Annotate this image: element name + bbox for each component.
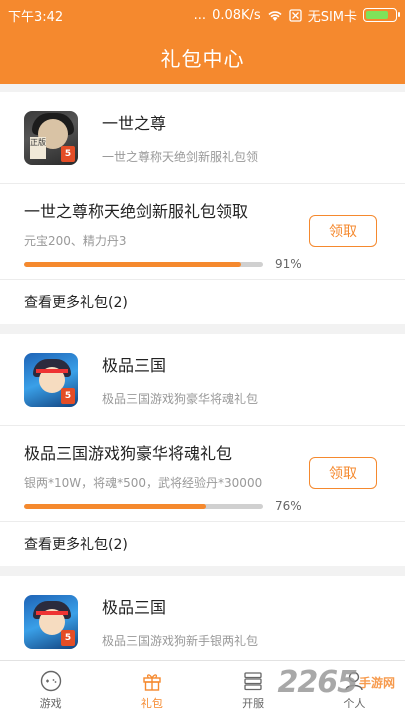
game-name: 极品三国 xyxy=(102,356,167,375)
game-subtitle: 极品三国游戏狗豪华将魂礼包 xyxy=(102,392,259,406)
claim-button[interactable]: 领取 xyxy=(309,215,377,247)
claim-button[interactable]: 领取 xyxy=(309,457,377,489)
gift-row[interactable]: 极品三国游戏狗豪华将魂礼包 银两*10W，将魂*500，武将经验丹*30000 … xyxy=(0,426,405,522)
wifi-icon xyxy=(268,10,282,21)
app-header: 礼包中心 xyxy=(0,30,405,84)
progress-group: 91% xyxy=(24,257,381,271)
page-title: 礼包中心 xyxy=(160,46,245,71)
more-gifts-link[interactable]: 查看更多礼包(2) xyxy=(0,280,405,324)
game-row[interactable]: 正版 5 一世之尊 一世之尊称天绝剑新服礼包领 xyxy=(0,92,405,184)
tab-label: 礼包 xyxy=(140,697,163,710)
sim-status: 无SIM卡 xyxy=(307,9,357,25)
progress-bar xyxy=(24,503,263,509)
game-subtitle: 极品三国游戏狗新手银两礼包 xyxy=(102,634,259,648)
more-gifts-link[interactable]: 查看更多礼包(2) xyxy=(0,522,405,566)
status-bar: 下午3:42 ... 0.08K/s 无SIM卡 xyxy=(0,0,405,30)
game-icon: 正版 5 xyxy=(24,110,78,165)
sim-absent-icon xyxy=(289,8,302,22)
gift-card: 5 极品三国 极品三国游戏狗新手银两礼包 xyxy=(0,576,405,660)
gift-card: 5 极品三国 极品三国游戏狗豪华将魂礼包 极品三国游戏狗豪华将魂礼包 银两*10… xyxy=(0,334,405,566)
tab-games[interactable]: 游戏 xyxy=(0,661,101,720)
progress-percent: 91% xyxy=(275,257,302,271)
html5-badge-icon: 5 xyxy=(61,387,75,404)
notification-dots: ... xyxy=(193,7,207,23)
gift-list[interactable]: 正版 5 一世之尊 一世之尊称天绝剑新服礼包领 一世之尊称天绝剑新服礼包领取 元… xyxy=(0,84,405,660)
gift-icon xyxy=(143,674,161,691)
progress-percent: 76% xyxy=(275,499,302,513)
gift-card: 正版 5 一世之尊 一世之尊称天绝剑新服礼包领 一世之尊称天绝剑新服礼包领取 元… xyxy=(0,92,405,324)
status-right: ... 0.08K/s 无SIM卡 xyxy=(193,6,400,25)
tab-gifts[interactable]: 礼包 xyxy=(101,661,202,720)
battery-icon xyxy=(363,8,400,22)
progress-bar xyxy=(24,261,263,267)
html5-badge-icon: 5 xyxy=(61,629,75,646)
game-icon: 5 xyxy=(24,594,78,649)
progress-group: 76% xyxy=(24,499,381,513)
watermark-number: 2265 xyxy=(277,665,357,700)
html5-badge-icon: 5 xyxy=(61,145,75,162)
game-row[interactable]: 5 极品三国 极品三国游戏狗新手银两礼包 xyxy=(0,576,405,660)
game-icon: 5 xyxy=(24,352,78,407)
game-name: 极品三国 xyxy=(102,598,167,617)
tab-label: 开服 xyxy=(242,697,265,710)
gift-row[interactable]: 一世之尊称天绝剑新服礼包领取 元宝200、精力丹3 91% 领取 xyxy=(0,184,405,280)
status-time: 下午3:42 xyxy=(8,9,64,25)
network-speed: 0.08K/s xyxy=(212,7,261,23)
gamepad-icon xyxy=(40,670,61,692)
game-row[interactable]: 5 极品三国 极品三国游戏狗豪华将魂礼包 xyxy=(0,334,405,426)
game-subtitle: 一世之尊称天绝剑新服礼包领 xyxy=(102,150,259,164)
game-name: 一世之尊 xyxy=(102,114,167,133)
site-watermark: 2265 手游网 xyxy=(277,665,395,700)
icon-stamp: 正版 xyxy=(30,136,46,159)
tab-label: 游戏 xyxy=(39,697,62,710)
watermark-text: 手游网 xyxy=(358,676,395,690)
server-list-icon xyxy=(244,672,262,691)
